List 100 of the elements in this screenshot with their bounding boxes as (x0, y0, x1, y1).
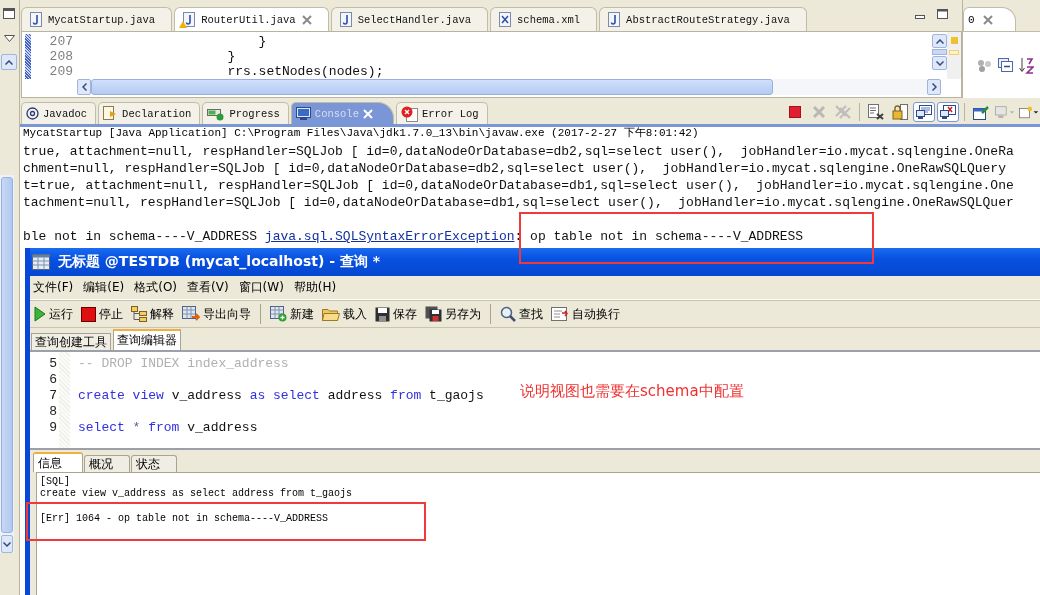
search-icon (500, 306, 516, 322)
toolbar-button[interactable]: 自动换行 (550, 303, 621, 325)
xml-file-icon (499, 12, 512, 27)
console-line: true, attachment=null, respHandler=SQLJob [ id=0,dataNodeOrDatabase=db2,sql=select user(), jobHandler=io.mycat.sqlengine.OneRa (23, 143, 1014, 160)
editor-tab[interactable]: SelectHandler.java (330, 7, 489, 31)
toolbar-button[interactable]: 另存为 (424, 303, 482, 325)
view-tab[interactable]: Declaration (98, 102, 201, 124)
result-tab[interactable]: 概况 (84, 455, 130, 472)
close-icon (813, 106, 825, 118)
code-line: } (226, 49, 236, 64)
at-sign-icon (26, 107, 39, 120)
warning-icon (179, 21, 188, 28)
console-line: tachment=null, respHandler=SQLJob [ id=0,dataNodeOrDatabase=db1,sql=select user(), jobHandler=io.mycat.sqlengine.OneRawSQLQuer (23, 194, 1014, 211)
maximize-icon[interactable] (937, 9, 948, 19)
monitor-dropdown-icon (995, 104, 1015, 120)
view-tab[interactable]: Progress (202, 102, 289, 124)
menu-item[interactable]: 文件(F) (33, 279, 74, 296)
toolbar-button[interactable]: 保存 (374, 303, 418, 325)
annotation-note: 说明视图也需要在schema中配置 (520, 382, 744, 401)
console-header: MycatStartup [Java Application] C:\Program Files\Java\jdk1.7.0_13\bin\javaw.exe (2017-2-27 下午8:01:42) (23, 127, 700, 140)
occurrence-marker[interactable] (949, 50, 959, 55)
result-tab[interactable]: 信息 (33, 452, 83, 472)
scroll-down-button[interactable] (1, 535, 13, 553)
code-line: -- DROP INDEX index_address (78, 356, 289, 372)
view-menu-icon[interactable] (4, 35, 15, 42)
exception-link[interactable]: java.sql.SQLSyntaxErrorException (264, 229, 515, 244)
editor-tab[interactable]: 查询编辑器 (113, 329, 181, 350)
menu-item[interactable]: 格式(O) (134, 279, 178, 296)
line-number: 208 (48, 49, 73, 64)
java-file-icon (608, 12, 621, 27)
line-number: 6 (48, 372, 57, 388)
new-window-dropdown-icon (1019, 104, 1039, 120)
stop-icon (81, 306, 96, 322)
editor-tab[interactable]: MycatStartup.java (21, 7, 173, 31)
double-close-icon (835, 105, 851, 119)
clear-document-icon (868, 104, 884, 120)
toolbar-button[interactable]: 停止 (80, 303, 124, 325)
toolbar-button[interactable]: 运行 (33, 303, 74, 325)
window-title: 无标题 @TESTDB (mycat_localhost) - 查询 * (58, 253, 381, 271)
collapse-all-icon[interactable] (998, 58, 1013, 72)
editor-tab[interactable]: RouterUtil.java (174, 7, 329, 31)
toolbar-button[interactable] (937, 102, 959, 122)
java-file-icon (339, 12, 352, 27)
editor-tab[interactable]: AbstractRouteStrategy.java (599, 7, 807, 31)
line-number: 7 (48, 388, 57, 404)
toolbar-button[interactable] (889, 102, 911, 122)
code-line: create view v_address as select address from t_gaojs (78, 388, 484, 404)
scroll-up-button[interactable] (1, 54, 17, 70)
editor-tab[interactable]: 查询创建工具 (31, 333, 111, 350)
close-icon[interactable] (301, 14, 312, 25)
console-line: t=true, attachment=null, respHandler=SQLJob [ id=0,dataNodeOrDatabase=db1,sql=select user(), jobHandler=io.mycat.sqlengine.One (23, 177, 1014, 194)
console-line: chment=null, respHandler=SQLJob [ id=0,dataNodeOrDatabase=db2,sql=select user(), jobHandler=io.mycat.sqlengine.OneRawSQLQuery (23, 160, 1006, 177)
java-file-icon (30, 12, 42, 27)
menu-item[interactable]: 编辑(E) (83, 279, 125, 296)
toolbar-button[interactable]: 新建 (269, 303, 315, 325)
menu-item[interactable]: 查看(V) (187, 279, 229, 296)
minimize-icon[interactable] (915, 15, 925, 19)
toolbar-button[interactable]: 导出向导 (181, 303, 252, 325)
line-number: 207 (48, 34, 73, 49)
floppy-disks-icon (425, 306, 442, 322)
warning-marker[interactable] (950, 37, 958, 44)
toolbar-button[interactable] (913, 102, 935, 122)
view-tab[interactable]: Error Log (395, 102, 488, 124)
window-pencil-icon (972, 104, 990, 120)
view-tab[interactable]: Javadoc (21, 102, 97, 124)
java-file-icon (183, 12, 196, 27)
left-caret-icon (81, 83, 87, 91)
close-icon[interactable] (982, 14, 993, 25)
wrap-text-icon (551, 306, 569, 322)
editor-tab[interactable]: schema.xml (490, 7, 598, 31)
message-line: [SQL] (40, 476, 71, 488)
scrollbar-thumb[interactable] (932, 49, 947, 55)
down-caret-icon (935, 60, 944, 66)
toolbar-button[interactable]: 解释 (130, 303, 175, 325)
console-line: ble not in schema----V_ADDRESS java.sql.SQLSyntaxErrorException: op table not in schema----V_ADDRESS (23, 228, 804, 245)
toolbar-button[interactable]: 载入 (321, 303, 368, 325)
up-caret-icon (935, 38, 944, 44)
restore-icon[interactable] (3, 8, 15, 19)
code-line: select * from v_address (78, 420, 258, 436)
sort-icon[interactable] (1019, 56, 1034, 74)
toolbar-button[interactable]: 查找 (499, 303, 544, 325)
message-line: create view v_address as select address from t_gaojs (40, 488, 354, 500)
change-marker (25, 34, 31, 79)
result-tab[interactable]: 状态 (131, 455, 177, 472)
menu-item[interactable]: 帮助(H) (293, 279, 337, 296)
line-number: 209 (48, 64, 73, 79)
scrollbar-thumb[interactable] (1, 177, 13, 533)
scrollbar[interactable] (0, 175, 14, 553)
balls-icon[interactable] (977, 58, 992, 72)
line-number: 9 (48, 420, 57, 436)
error-log-icon (400, 105, 418, 122)
monitor-error-icon (940, 104, 956, 120)
monitor-icon (916, 104, 932, 120)
code-line: } (257, 34, 267, 49)
table-arrow-icon (182, 306, 200, 322)
message-line: [Err] 1064 - op table not in schema----V_ADDRESS (40, 513, 330, 525)
horizontal-scrollbar[interactable] (77, 79, 941, 95)
menu-item[interactable]: 窗口(W) (238, 279, 284, 296)
outline-tab[interactable]: 0 (963, 7, 1016, 31)
stop-icon (789, 106, 801, 118)
